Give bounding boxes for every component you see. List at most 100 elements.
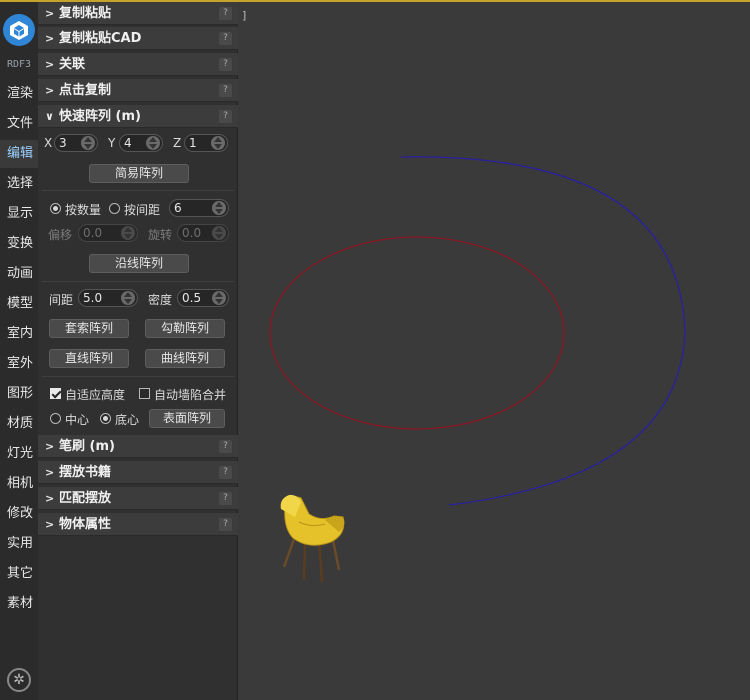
section-title: 匹配摆放	[59, 491, 112, 506]
section-copy-paste[interactable]: > 复制粘贴 ?	[38, 2, 238, 25]
spinner-arrows-icon[interactable]	[212, 291, 226, 305]
rail-item-9[interactable]: 室外	[0, 350, 38, 378]
help-icon[interactable]: ?	[219, 518, 232, 531]
red-circle-shape[interactable]	[269, 236, 565, 430]
help-icon[interactable]: ?	[219, 440, 232, 453]
rail-item-12[interactable]: 灯光	[0, 440, 38, 468]
chevron-right-icon: >	[45, 492, 55, 505]
by-spacing-label: 按间距	[124, 203, 161, 217]
bottom-center-label: 底心	[115, 413, 140, 427]
spinner-arrows-icon[interactable]	[146, 136, 160, 150]
gear-icon[interactable]: ✲	[7, 668, 31, 692]
z-count-spinner[interactable]: 1	[184, 134, 228, 152]
chevron-right-icon: >	[45, 84, 55, 97]
rail-item-1[interactable]: 文件	[0, 110, 38, 138]
x-label: X	[44, 136, 53, 150]
density-value: 0.5	[182, 291, 202, 305]
center-radio[interactable]	[50, 413, 61, 424]
chevron-right-icon: >	[45, 518, 55, 531]
curve-array-button[interactable]: 曲线阵列	[145, 349, 225, 368]
section-title: 快速阵列 (m)	[59, 109, 141, 124]
rail-item-7[interactable]: 模型	[0, 290, 38, 318]
rail-item-14[interactable]: 修改	[0, 500, 38, 528]
spinner-arrows-icon[interactable]	[212, 226, 226, 240]
spinner-arrows-icon[interactable]	[121, 226, 135, 240]
rail-item-6[interactable]: 动画	[0, 260, 38, 288]
y-count-spinner[interactable]: 4	[119, 134, 163, 152]
along-path-array-button[interactable]: 沿线阵列	[89, 254, 189, 273]
viewport-scene	[269, 156, 686, 583]
gap-spinner[interactable]: 5.0	[78, 289, 138, 307]
section-link[interactable]: > 关联 ?	[38, 53, 238, 76]
rail-item-15[interactable]: 实用	[0, 530, 38, 558]
section-object-properties[interactable]: > 物体属性 ?	[38, 513, 238, 536]
auto-wall-merge-checkbox[interactable]	[139, 388, 150, 399]
bottom-center-radio[interactable]	[100, 413, 111, 424]
rail-item-11[interactable]: 材质	[0, 410, 38, 438]
rotate-spinner[interactable]: 0.0	[177, 224, 229, 242]
spacing-value: 6	[174, 201, 182, 215]
spinner-arrows-icon[interactable]	[212, 201, 226, 215]
rail-item-3[interactable]: 选择	[0, 170, 38, 198]
surface-array-button[interactable]: 表面阵列	[149, 409, 225, 428]
section-quick-array[interactable]: ∨ 快速阵列 (m) ?	[38, 105, 238, 128]
help-icon[interactable]: ?	[219, 84, 232, 97]
section-title: 复制粘贴	[59, 6, 112, 21]
chevron-right-icon: >	[45, 32, 55, 45]
section-title: 笔刷 (m)	[59, 439, 115, 454]
app-logo-icon[interactable]	[3, 14, 35, 46]
x-count-spinner[interactable]: 3	[54, 134, 98, 152]
rail-item-0[interactable]: 渲染	[0, 80, 38, 108]
lasso-array-button[interactable]: 套索阵列	[49, 319, 129, 338]
help-icon[interactable]: ?	[219, 492, 232, 505]
divider	[42, 281, 234, 282]
rail-item-8[interactable]: 室内	[0, 320, 38, 348]
auto-wall-merge-label: 自动墙陷合并	[154, 388, 227, 402]
chevron-right-icon: >	[45, 466, 55, 479]
chevron-down-icon: ∨	[45, 110, 54, 123]
density-spinner[interactable]: 0.5	[177, 289, 229, 307]
line-array-button[interactable]: 直线阵列	[49, 349, 129, 368]
divider	[42, 376, 234, 377]
rail-item-16[interactable]: 其它	[0, 560, 38, 588]
blue-arc-shape[interactable]	[400, 156, 686, 506]
offset-spinner[interactable]: 0.0	[78, 224, 138, 242]
section-place-books[interactable]: > 摆放书籍 ?	[38, 461, 238, 484]
section-brush[interactable]: > 笔刷 (m) ?	[38, 435, 238, 458]
by-count-label: 按数量	[65, 203, 102, 217]
rail-item-17[interactable]: 素材	[0, 590, 38, 618]
section-copy-paste-cad[interactable]: > 复制粘贴CAD ?	[38, 27, 238, 50]
rail-item-13[interactable]: 相机	[0, 470, 38, 498]
section-title: 摆放书籍	[59, 465, 112, 480]
rail-item-2[interactable]: 编辑	[0, 140, 38, 168]
3d-viewport[interactable]: ]	[239, 2, 750, 700]
x-count-value: 3	[59, 136, 67, 150]
adapt-height-checkbox[interactable]	[50, 388, 61, 399]
divider	[42, 190, 234, 191]
chevron-right-icon: >	[45, 7, 55, 20]
app-window: RDF3 渲染 文件 编辑 选择 显示 变换 动画 模型 室内 室外 图形 材质 灯光 相机 修改 实用 其它素…	[0, 0, 750, 700]
spacing-spinner[interactable]: 6	[169, 199, 229, 217]
simple-array-button[interactable]: 简易阵列	[89, 164, 189, 183]
z-label: Z	[173, 136, 182, 150]
chevron-right-icon: >	[45, 440, 55, 453]
density-label: 密度	[148, 293, 173, 307]
help-icon[interactable]: ?	[219, 32, 232, 45]
spinner-arrows-icon[interactable]	[211, 136, 225, 150]
chair-model[interactable]	[280, 494, 345, 583]
spinner-arrows-icon[interactable]	[121, 291, 135, 305]
by-spacing-radio[interactable]	[109, 203, 120, 214]
section-title: 物体属性	[59, 517, 112, 532]
rail-item-5[interactable]: 变换	[0, 230, 38, 258]
spinner-arrows-icon[interactable]	[81, 136, 95, 150]
rail-item-10[interactable]: 图形	[0, 380, 38, 408]
section-click-copy[interactable]: > 点击复制 ?	[38, 79, 238, 102]
help-icon[interactable]: ?	[219, 110, 232, 123]
rail-item-4[interactable]: 显示	[0, 200, 38, 228]
outline-array-button[interactable]: 勾勒阵列	[145, 319, 225, 338]
by-count-radio[interactable]	[50, 203, 61, 214]
help-icon[interactable]: ?	[219, 58, 232, 71]
section-match-place[interactable]: > 匹配摆放 ?	[38, 487, 238, 510]
help-icon[interactable]: ?	[219, 7, 232, 20]
help-icon[interactable]: ?	[219, 466, 232, 479]
